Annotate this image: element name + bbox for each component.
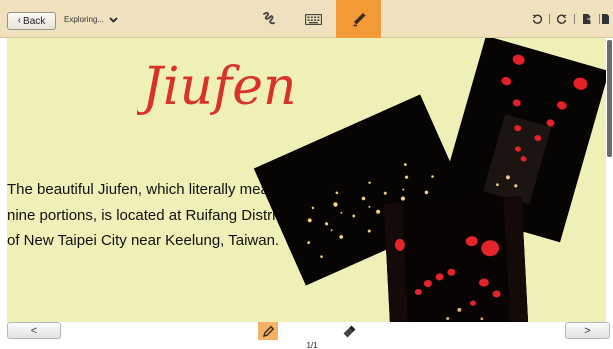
back-button-label: Back [23,15,46,27]
toolbar-divider [549,14,550,24]
share-icon [602,14,609,24]
export-button[interactable] [576,0,598,38]
keyboard-icon [304,13,322,25]
undo-button[interactable] [526,0,548,38]
share-button[interactable] [601,0,613,38]
handwriting-pen-icon [263,12,275,25]
body-paragraph: The beautiful Jiufen, which literally me… [7,181,288,249]
note-app-window: ‹ Back Exploring... Jiufen The beautiful… [0,0,613,349]
export-icon [583,14,592,24]
eraser-icon [343,325,356,337]
chevron-right-icon: > [584,324,591,337]
next-page-button[interactable]: > [565,322,610,339]
highlighter-tool[interactable] [336,0,381,38]
chevron-left-icon: < [30,324,38,337]
undo-icon [532,14,542,24]
pen-mode-button[interactable] [258,322,278,340]
chevron-down-icon [109,16,118,23]
scrollbar-thumb[interactable] [607,40,612,157]
photo-alley-graphic [383,196,529,322]
highlighter-icon [353,13,365,27]
bottom-toolbar: < 1/1 > [0,322,613,349]
right-toolbar-icons [526,0,613,38]
svg-text:Jiufen: Jiufen [137,57,296,117]
page-scrollbar[interactable] [606,38,613,322]
back-button[interactable]: ‹ Back [7,12,56,30]
toolbar-divider [574,14,575,24]
chevron-left-icon: ‹ [17,15,22,26]
lantern-alley-photo[interactable] [383,196,529,322]
previous-page-button[interactable]: < [7,322,61,339]
notebook-title: Exploring... [64,15,105,24]
keyboard-tool[interactable] [296,0,330,38]
redo-icon [557,14,567,24]
toolbar-divider [599,14,600,24]
eraser-mode-button[interactable] [339,322,359,340]
note-page-canvas[interactable]: Jiufen The beautiful Jiufen, which liter… [7,38,606,322]
pen-mode-icon [262,325,274,337]
top-toolbar: ‹ Back Exploring... [0,0,613,38]
handwriting-pen-tool[interactable] [254,0,284,38]
redo-button[interactable] [551,0,573,38]
notebook-title-dropdown[interactable]: Exploring... [64,15,118,24]
page-indicator: 1/1 [306,341,318,349]
page-title: Jiufen [137,57,296,117]
